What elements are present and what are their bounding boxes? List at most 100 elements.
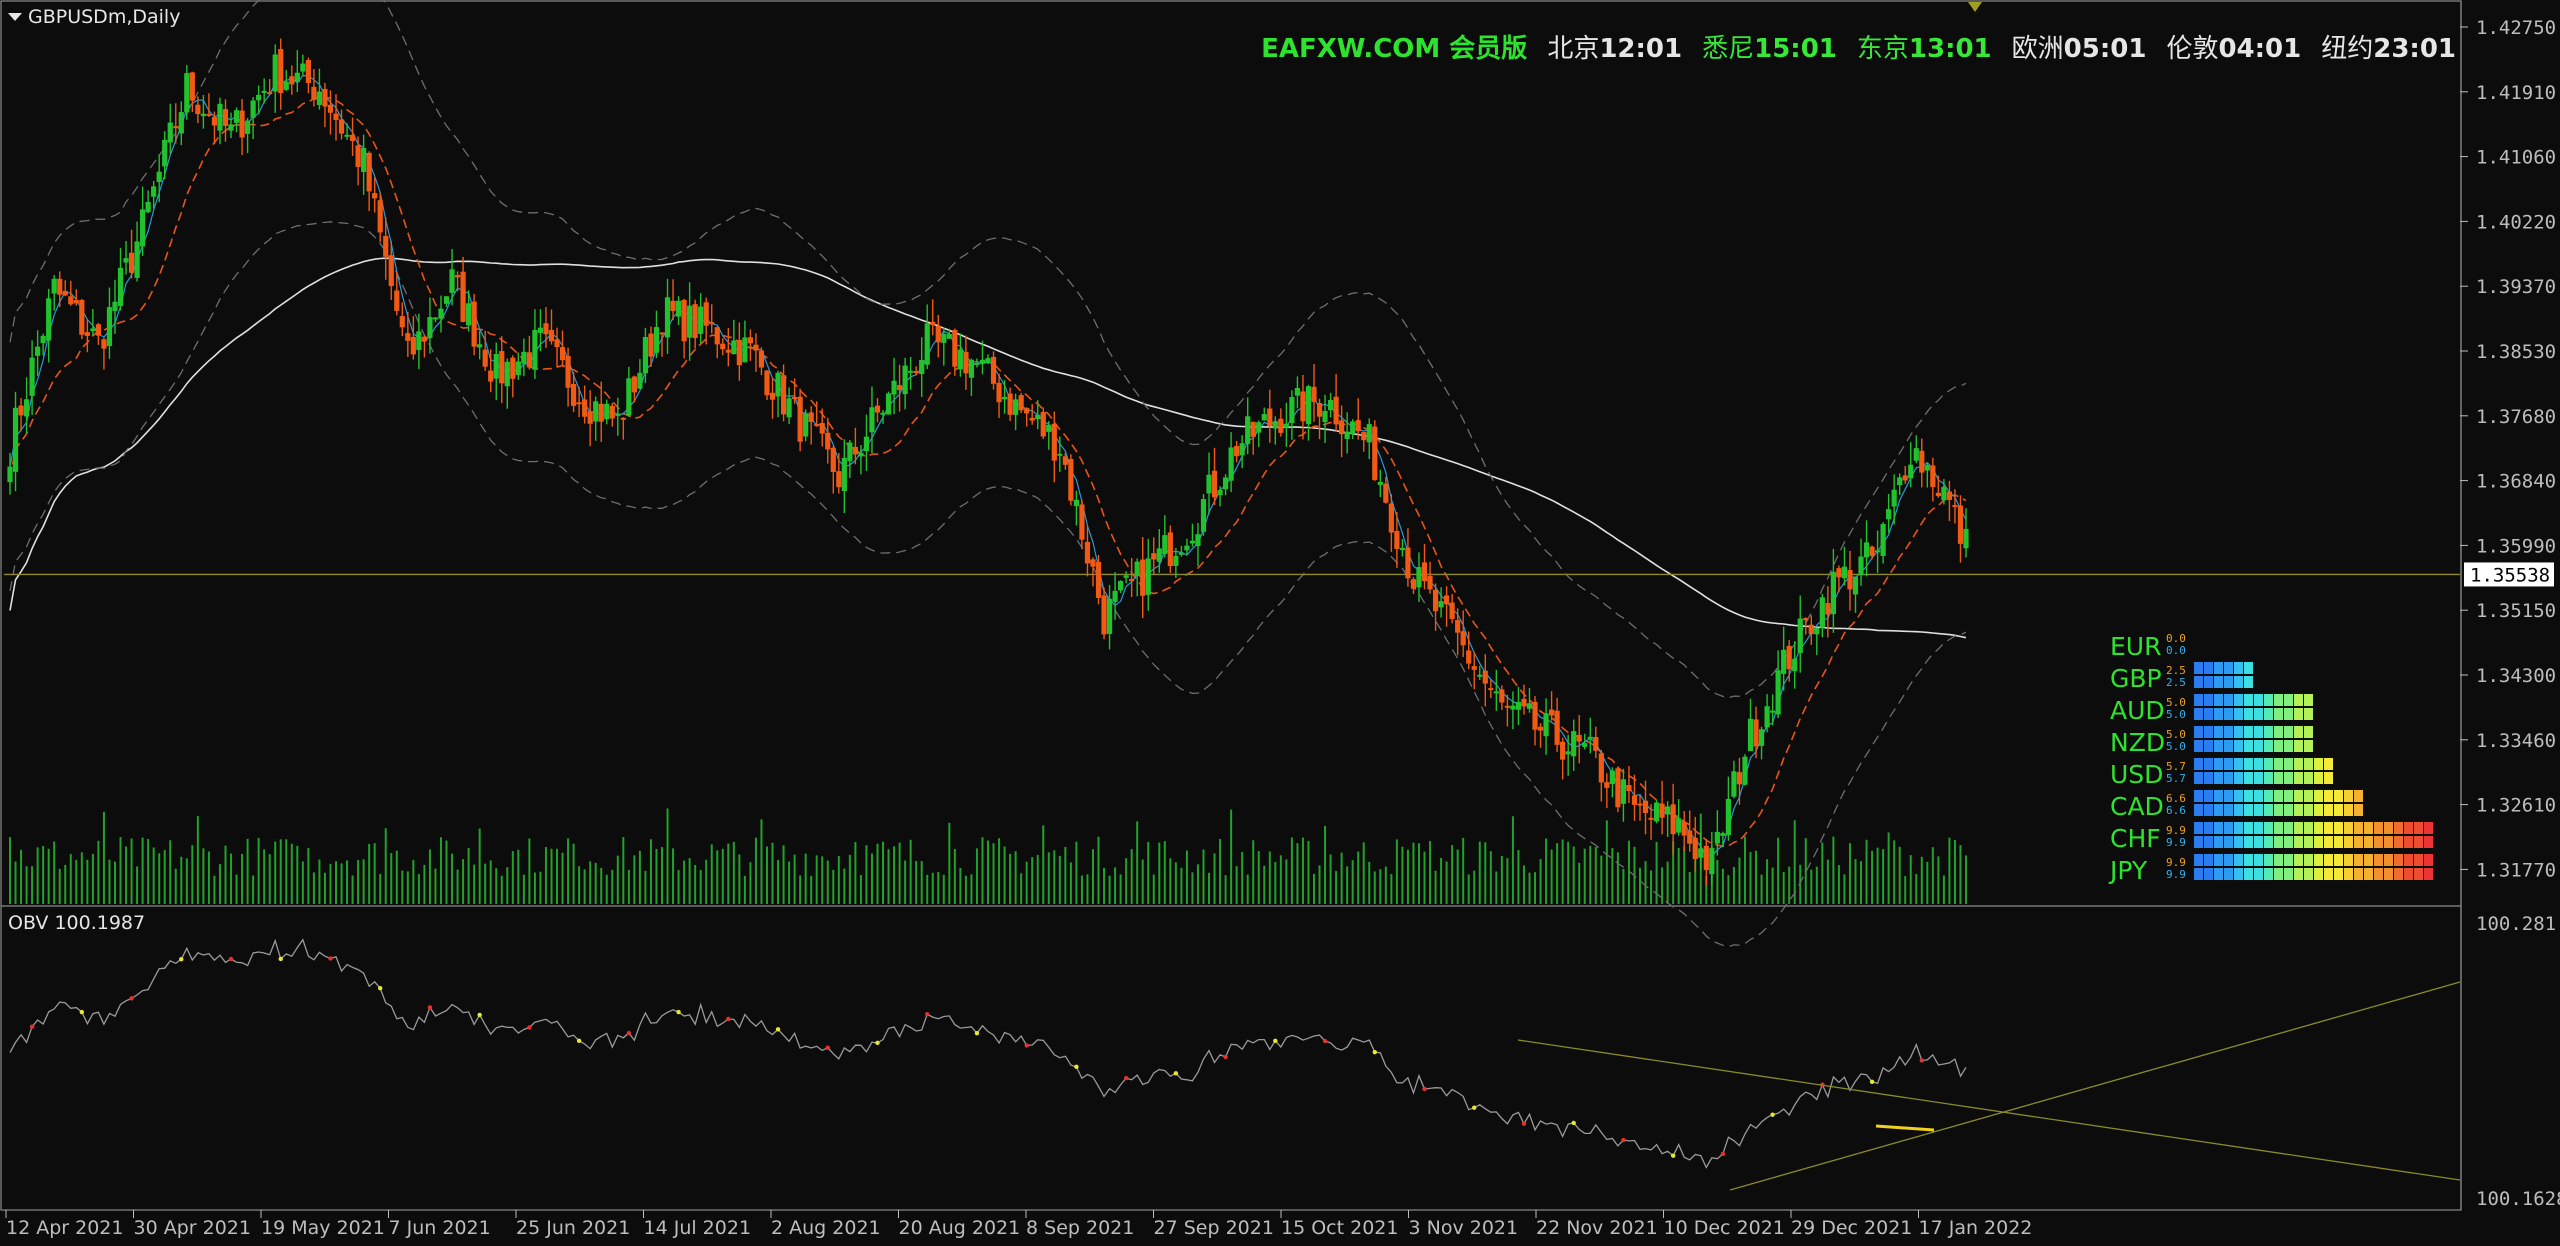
time-tick-label: 30 Apr 2021 [134,1217,251,1239]
candle-body [1062,456,1068,465]
time-tick-label: 8 Sep 2021 [1026,1217,1134,1239]
candle-body [1073,499,1080,507]
symbol-title[interactable]: GBPUSDm,Daily [8,6,180,28]
candle-body [819,422,825,434]
candle-body [1195,534,1201,547]
currency-strength-value: 9.9 [2166,836,2186,849]
strength-cell [2414,854,2423,866]
candle-body [990,356,997,384]
candle-body [421,336,428,342]
candle-body [383,235,389,257]
candle-body [1930,465,1936,487]
strength-cell [2234,662,2243,674]
candle-body [1499,689,1505,703]
candle-body [1156,548,1162,562]
time-tick-label: 27 Sep 2021 [1154,1217,1274,1239]
currency-strength-value: 0.0 [2166,644,2186,657]
time-tick-label: 19 May 2021 [261,1217,385,1239]
strength-cell [2234,822,2243,834]
candle-body [1079,504,1085,540]
strength-cell [2224,790,2233,802]
candle-body [316,91,323,105]
candle-body [974,363,980,366]
currency-code-label: AUD [2110,696,2165,725]
strength-cell [2274,854,2283,866]
strength-cell [2264,854,2273,866]
candle-body [598,403,604,422]
strength-cell [2264,836,2273,848]
candle-body [1758,729,1765,746]
strength-cell [2234,758,2243,770]
candle-body [559,347,566,361]
candle-body [703,302,709,326]
strength-cell [2204,676,2213,688]
strength-cell [2234,836,2243,848]
candle-body [1151,553,1157,560]
candle-body [1035,414,1041,420]
candle-body [1963,528,1969,549]
strength-cell [2374,836,2383,848]
strength-cell [2224,662,2233,674]
strength-cell [2294,708,2303,720]
clock-london: 伦敦04:01 [2166,34,2302,64]
triangle-down-icon[interactable] [8,13,22,21]
candle-body [709,322,715,325]
strength-cell [2204,758,2213,770]
strength-cell [2244,868,2253,880]
candle-body [1897,477,1903,486]
candle-body [333,113,339,120]
currency-code-label: NZD [2110,728,2165,757]
strength-cell [2284,708,2293,720]
candle-body [880,412,886,415]
candle-body [1609,770,1615,784]
candle-body [1753,719,1759,747]
candle-body [1526,703,1533,709]
candle-body [40,335,46,344]
strength-cell [2284,804,2293,816]
strength-cell [2224,676,2233,688]
clock-tokyo: 东京13:01 [1856,34,1992,64]
candle-body [416,331,422,351]
obv-signal-dot [1521,1121,1527,1126]
candle-body [493,354,499,379]
candle-body [753,344,759,351]
obv-signal-dot [427,1005,433,1010]
candle-body [1593,737,1599,751]
candle-body [1189,540,1196,544]
strength-cell [2284,772,2293,784]
candle-body [438,308,444,319]
strength-cell [2354,790,2363,802]
candle-body [410,336,416,355]
strength-cell [2344,854,2353,866]
candle-body [366,152,372,192]
strength-cell [2274,868,2283,880]
strength-cell [2324,822,2333,834]
candle-body [162,139,168,167]
candle-body [477,344,483,348]
candle-body [582,399,588,417]
obv-signal-dot [626,1030,632,1036]
price-chart-canvas[interactable]: 1.42750 1.41910 1.41060 1.40220 1.39370 1.385… [0,0,2560,1246]
currency-strength-value: 2.5 [2166,676,2186,689]
strength-cell [2224,836,2233,848]
candle-body [1587,736,1593,739]
strength-cell [2244,694,2253,706]
strength-cell [2224,694,2233,706]
candle-body [902,365,908,395]
candle-body [1261,414,1267,421]
candle-body [1438,601,1444,608]
candle-body [1366,424,1372,443]
candle-body [1123,575,1129,578]
candle-body [7,466,13,483]
candle-body [1040,412,1046,437]
candle-body [515,361,521,376]
strength-cell [2204,854,2213,866]
strength-cell [2324,854,2333,866]
candle-body [1416,567,1422,588]
candle-body [355,145,361,167]
candle-body [593,401,599,422]
strength-cell [2274,740,2283,752]
candle-body [979,359,986,364]
strength-cell [2244,804,2253,816]
strength-cell [2334,836,2343,848]
